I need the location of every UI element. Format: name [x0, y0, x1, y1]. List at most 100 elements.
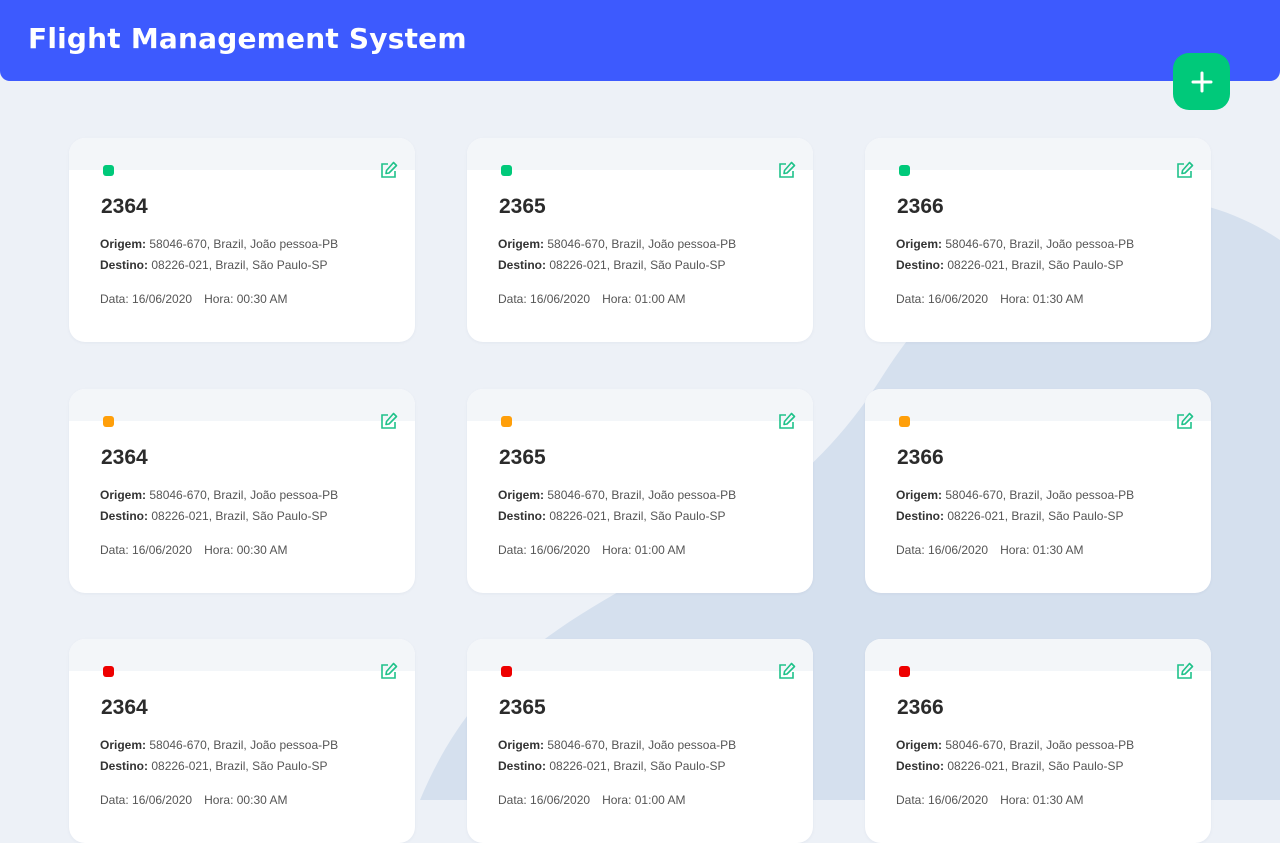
destination-label: Destino:: [100, 509, 148, 523]
origin-line: Origem: 58046-670, Brazil, João pessoa-P…: [100, 488, 338, 502]
flight-time: Hora: 00:30 AM: [204, 543, 288, 557]
edit-icon[interactable]: [777, 160, 797, 180]
destination-value: 08226-021, Brazil, São Paulo-SP: [151, 759, 328, 773]
flight-number: 2364: [101, 696, 148, 719]
origin-label: Origem:: [100, 738, 147, 752]
destination-label: Destino:: [100, 759, 148, 773]
edit-icon[interactable]: [379, 661, 399, 681]
flight-date: Data: 16/06/2020: [100, 543, 193, 557]
destination-line: Destino: 08226-021, Brazil, São Paulo-SP: [498, 258, 725, 272]
destination-line: Destino: 08226-021, Brazil, São Paulo-SP: [100, 509, 327, 523]
edit-icon[interactable]: [1175, 661, 1195, 681]
flight-time: Hora: 00:30 AM: [204, 793, 288, 807]
origin-label: Origem:: [100, 237, 147, 251]
status-indicator: [103, 416, 114, 427]
origin-line: Origem: 58046-670, Brazil, João pessoa-P…: [100, 237, 338, 251]
flight-date: Data: 16/06/2020: [498, 543, 591, 557]
destination-label: Destino:: [896, 759, 944, 773]
card-header-band: [467, 639, 813, 671]
flight-card: 2366 Origem: 58046-670, Brazil, João pes…: [865, 389, 1211, 593]
status-indicator: [501, 666, 512, 677]
flight-card: 2365 Origem: 58046-670, Brazil, João pes…: [467, 138, 813, 342]
add-flight-button[interactable]: [1173, 53, 1230, 110]
origin-value: 58046-670, Brazil, João pessoa-PB: [547, 488, 737, 502]
origin-label: Origem:: [100, 488, 147, 502]
schedule-line: Data: 16/06/2020 Hora: 00:30 AM: [100, 793, 287, 807]
schedule-line: Data: 16/06/2020 Hora: 01:30 AM: [896, 793, 1083, 807]
destination-line: Destino: 08226-021, Brazil, São Paulo-SP: [498, 509, 725, 523]
origin-value: 58046-670, Brazil, João pessoa-PB: [945, 738, 1135, 752]
origin-value: 58046-670, Brazil, João pessoa-PB: [945, 237, 1135, 251]
flight-date: Data: 16/06/2020: [896, 543, 989, 557]
edit-icon[interactable]: [777, 661, 797, 681]
origin-label: Origem:: [498, 738, 545, 752]
flight-card: 2364 Origem: 58046-670, Brazil, João pes…: [69, 138, 415, 342]
origin-value: 58046-670, Brazil, João pessoa-PB: [149, 237, 339, 251]
card-header-band: [865, 389, 1211, 421]
flight-number: 2366: [897, 696, 944, 719]
flight-number: 2366: [897, 446, 944, 469]
flight-number: 2365: [499, 446, 546, 469]
status-indicator: [899, 165, 910, 176]
schedule-line: Data: 16/06/2020 Hora: 01:30 AM: [896, 543, 1083, 557]
origin-label: Origem:: [896, 738, 943, 752]
flight-date: Data: 16/06/2020: [498, 292, 591, 306]
destination-line: Destino: 08226-021, Brazil, São Paulo-SP: [100, 258, 327, 272]
status-indicator: [103, 666, 114, 677]
destination-label: Destino:: [498, 509, 546, 523]
flight-number: 2365: [499, 696, 546, 719]
flight-date: Data: 16/06/2020: [896, 793, 989, 807]
card-header-band: [865, 138, 1211, 170]
flight-number: 2365: [499, 195, 546, 218]
origin-label: Origem:: [896, 488, 943, 502]
origin-value: 58046-670, Brazil, João pessoa-PB: [149, 488, 339, 502]
origin-value: 58046-670, Brazil, João pessoa-PB: [547, 738, 737, 752]
flight-date: Data: 16/06/2020: [896, 292, 989, 306]
card-header-band: [69, 138, 415, 170]
plus-icon: [1191, 71, 1212, 92]
destination-value: 08226-021, Brazil, São Paulo-SP: [549, 759, 726, 773]
destination-line: Destino: 08226-021, Brazil, São Paulo-SP: [100, 759, 327, 773]
flight-card: 2365 Origem: 58046-670, Brazil, João pes…: [467, 389, 813, 593]
status-indicator: [501, 416, 512, 427]
destination-line: Destino: 08226-021, Brazil, São Paulo-SP: [896, 258, 1123, 272]
destination-line: Destino: 08226-021, Brazil, São Paulo-SP: [498, 759, 725, 773]
destination-label: Destino:: [896, 258, 944, 272]
edit-icon[interactable]: [379, 160, 399, 180]
destination-value: 08226-021, Brazil, São Paulo-SP: [549, 509, 726, 523]
edit-icon[interactable]: [379, 411, 399, 431]
card-header-band: [69, 639, 415, 671]
flight-card: 2365 Origem: 58046-670, Brazil, João pes…: [467, 639, 813, 843]
schedule-line: Data: 16/06/2020 Hora: 00:30 AM: [100, 543, 287, 557]
flight-time: Hora: 01:00 AM: [602, 793, 686, 807]
card-header-band: [69, 389, 415, 421]
edit-icon[interactable]: [1175, 160, 1195, 180]
flight-time: Hora: 01:30 AM: [1000, 543, 1084, 557]
flight-time: Hora: 01:30 AM: [1000, 793, 1084, 807]
edit-icon[interactable]: [777, 411, 797, 431]
destination-value: 08226-021, Brazil, São Paulo-SP: [151, 509, 328, 523]
schedule-line: Data: 16/06/2020 Hora: 01:00 AM: [498, 793, 685, 807]
origin-line: Origem: 58046-670, Brazil, João pessoa-P…: [896, 488, 1134, 502]
flight-time: Hora: 01:00 AM: [602, 292, 686, 306]
edit-icon[interactable]: [1175, 411, 1195, 431]
origin-line: Origem: 58046-670, Brazil, João pessoa-P…: [498, 738, 736, 752]
schedule-line: Data: 16/06/2020 Hora: 01:00 AM: [498, 543, 685, 557]
flight-time: Hora: 01:00 AM: [602, 543, 686, 557]
status-indicator: [899, 666, 910, 677]
flight-number: 2364: [101, 195, 148, 218]
card-header-band: [467, 138, 813, 170]
flight-card: 2364 Origem: 58046-670, Brazil, João pes…: [69, 639, 415, 843]
flight-date: Data: 16/06/2020: [100, 793, 193, 807]
destination-line: Destino: 08226-021, Brazil, São Paulo-SP: [896, 759, 1123, 773]
flight-date: Data: 16/06/2020: [100, 292, 193, 306]
destination-value: 08226-021, Brazil, São Paulo-SP: [151, 258, 328, 272]
destination-label: Destino:: [498, 258, 546, 272]
status-indicator: [501, 165, 512, 176]
card-header-band: [467, 389, 813, 421]
flight-time: Hora: 00:30 AM: [204, 292, 288, 306]
origin-line: Origem: 58046-670, Brazil, João pessoa-P…: [498, 488, 736, 502]
card-header-band: [865, 639, 1211, 671]
schedule-line: Data: 16/06/2020 Hora: 00:30 AM: [100, 292, 287, 306]
destination-value: 08226-021, Brazil, São Paulo-SP: [947, 759, 1124, 773]
